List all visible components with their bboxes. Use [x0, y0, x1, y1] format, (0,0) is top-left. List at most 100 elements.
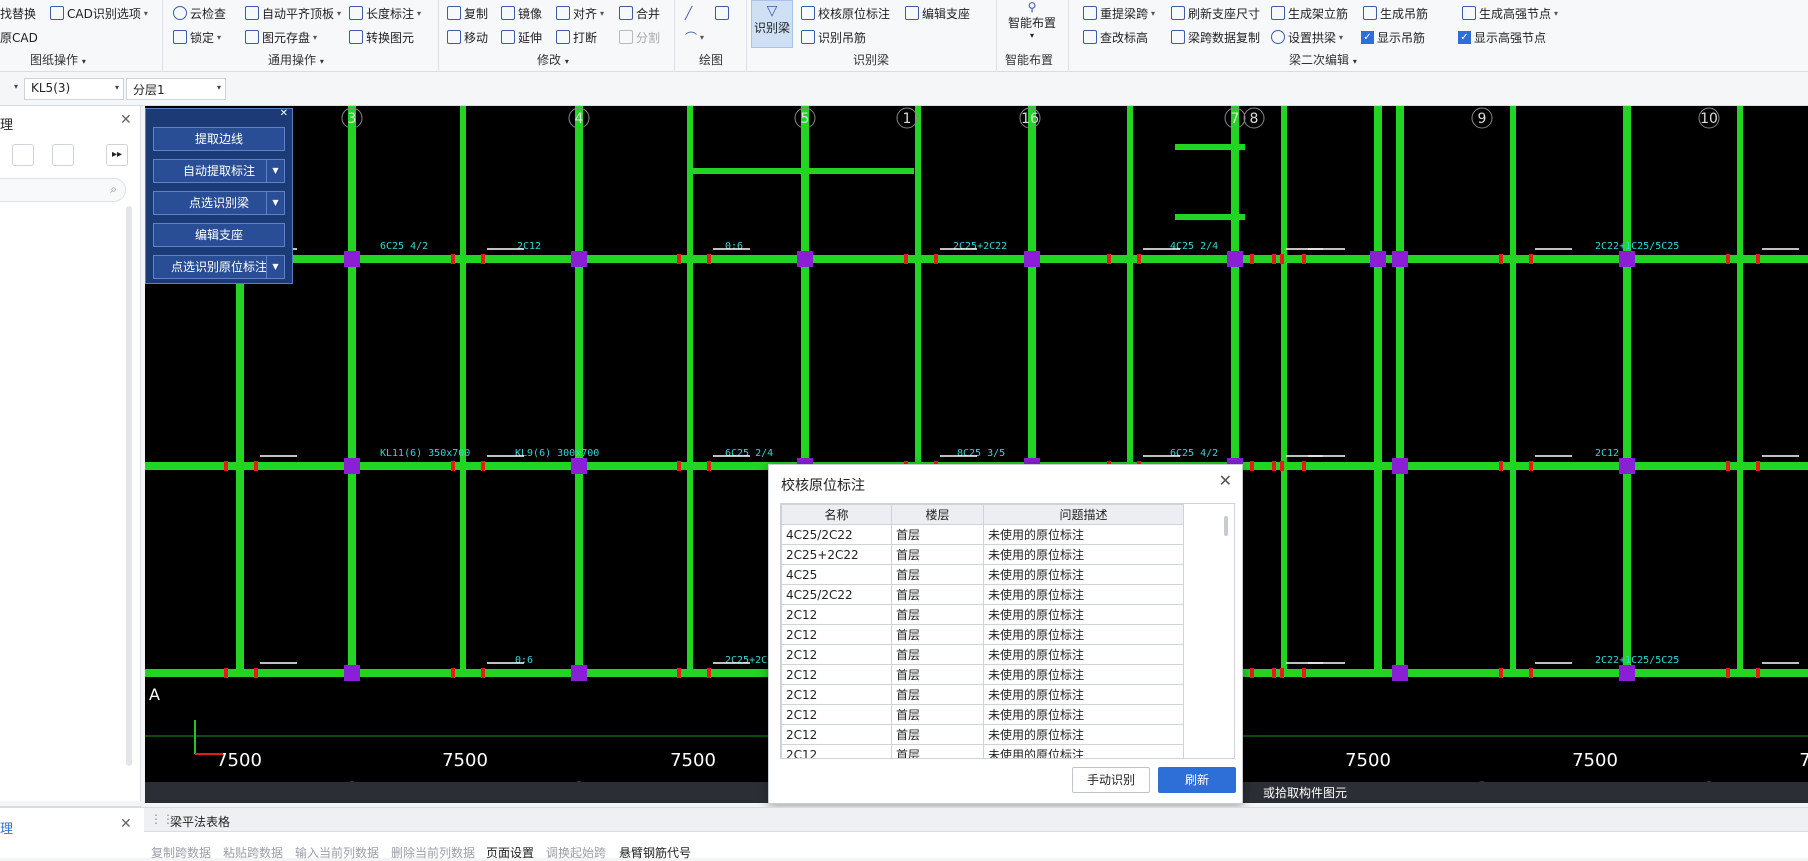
find-replace-button[interactable]: 找替换	[0, 4, 36, 22]
scrollbar[interactable]	[1224, 516, 1228, 536]
type-dropdown[interactable]: ▾	[0, 78, 22, 100]
table-row[interactable]: 2C12 首层 未使用的原位标注	[781, 704, 1184, 725]
column	[344, 251, 360, 267]
mirror-button[interactable]: 镜像	[501, 4, 542, 22]
layer-dropdown[interactable]: 分层1 ▾	[126, 78, 226, 100]
manual-identify-button[interactable]: 手动识别	[1072, 767, 1150, 793]
auto-extract-mark-button[interactable]: 自动提取标注 ▼	[153, 159, 285, 183]
table-row[interactable]: 4C25/2C22 首层 未使用的原位标注	[781, 524, 1184, 545]
support-mark	[1302, 461, 1306, 471]
source-cad-button[interactable]: 原CAD	[0, 28, 38, 46]
identify-hanger-button[interactable]: 识别吊筋	[801, 28, 866, 46]
table-row[interactable]: 2C12 首层 未使用的原位标注	[781, 744, 1184, 758]
check-original-mark-button[interactable]: 校核原位标注	[801, 4, 890, 22]
lock-button[interactable]: 锁定 ▾	[173, 28, 221, 46]
general-ops-group: 云检查 自动平齐顶板 ▾ 长度标注 ▾ 锁定 ▾ 图元存盘 ▾ 转换图元 通用操作 ▾	[163, 0, 439, 72]
copy-span-data[interactable]: 复制跨数据	[151, 844, 211, 861]
close-icon[interactable]: ✕	[120, 816, 132, 832]
cad-annotation: 0:6	[515, 655, 533, 666]
chevron-down-icon[interactable]: ▼	[266, 160, 284, 182]
point-identify-beam-button[interactable]: 点选识别梁 ▼	[153, 191, 285, 215]
table-row[interactable]: 2C12 首层 未使用的原位标注	[781, 624, 1184, 645]
chevron-down-icon[interactable]: ▼	[266, 256, 284, 278]
rect-draw-button[interactable]	[715, 4, 732, 22]
table-cell: 首层	[891, 664, 984, 685]
point-identify-mark-button[interactable]: 点选识别原位标注 ▼	[153, 255, 285, 279]
paste-span-data[interactable]: 粘贴跨数据	[223, 844, 283, 861]
break-button[interactable]: 打断	[556, 28, 597, 46]
column-header[interactable]: 问题描述	[983, 504, 1184, 525]
split-button[interactable]: 分割	[619, 28, 660, 46]
table-row[interactable]: 2C12 首层 未使用的原位标注	[781, 684, 1184, 705]
table-cell: 4C25	[781, 564, 892, 585]
check-icon	[801, 6, 815, 20]
show-hanger-checkbox[interactable]: ✓ 显示吊筋	[1361, 28, 1425, 46]
merge-button[interactable]: 合并	[619, 4, 660, 22]
chevron-down-icon[interactable]: ▼	[266, 192, 284, 214]
support-mark	[1756, 461, 1760, 471]
copy-icon	[447, 6, 461, 20]
auto-align-top-button[interactable]: 自动平齐顶板 ▾	[245, 4, 341, 22]
cad-options-button[interactable]: CAD识别选项 ▾	[50, 4, 148, 22]
table-cell: 未使用的原位标注	[983, 704, 1184, 725]
move-button[interactable]: 移动	[447, 28, 488, 46]
cloud-check-button[interactable]: 云检查	[173, 4, 226, 22]
gen-high-strength-node-button[interactable]: 生成高强节点 ▾	[1462, 4, 1558, 22]
copy-icon	[1171, 30, 1185, 44]
swap-start-span[interactable]: 调换起始跨	[546, 844, 606, 861]
table-row[interactable]: 2C12 首层 未使用的原位标注	[781, 664, 1184, 685]
table-row[interactable]: 2C12 首层 未使用的原位标注	[781, 644, 1184, 665]
copy-button[interactable]: 复制	[447, 4, 488, 22]
edit-support-button[interactable]: 编辑支座	[153, 223, 285, 247]
column-header[interactable]: 楼层	[891, 504, 984, 525]
span-data-copy-button[interactable]: 梁跨数据复制	[1171, 28, 1260, 46]
table-cell: 4C25/2C22	[781, 584, 892, 605]
column	[797, 251, 813, 267]
table-row[interactable]: 2C12 首层 未使用的原位标注	[781, 604, 1184, 625]
support-mark	[481, 668, 485, 678]
hanger-icon	[801, 30, 815, 44]
close-icon[interactable]: ✕	[120, 112, 132, 128]
set-arch-beam-button[interactable]: 设置拱梁 ▾	[1271, 28, 1343, 46]
refresh-support-size-button[interactable]: 刷新支座尺寸	[1171, 4, 1260, 22]
gen-hanger-button[interactable]: 生成吊筋	[1363, 4, 1428, 22]
tab-beam-table[interactable]: 梁平法表格	[170, 813, 230, 830]
page-setup[interactable]: 页面设置	[486, 844, 534, 861]
scrollbar[interactable]	[126, 206, 132, 766]
identify-beam-button[interactable]: ▽ 识别梁	[751, 0, 793, 48]
cantilever-code[interactable]: 悬臂钢筋代号	[619, 844, 691, 861]
close-icon[interactable]: ✕	[280, 108, 288, 119]
refresh-button[interactable]: 刷新	[1158, 767, 1236, 793]
table-icon[interactable]	[52, 144, 74, 166]
extend-button[interactable]: 延伸	[501, 28, 542, 46]
input-column-data[interactable]: 输入当前列数据	[295, 844, 379, 861]
align-button[interactable]: 对齐 ▾	[556, 4, 604, 22]
support-mark	[707, 254, 711, 264]
line-draw-button[interactable]: ╱	[685, 4, 692, 22]
element-dropdown[interactable]: KL5(3) ▾	[24, 78, 124, 100]
column-header[interactable]: 名称	[781, 504, 892, 525]
copy-icon[interactable]	[12, 144, 34, 166]
tab-bar: ⋮⋮ 梁平法表格	[144, 808, 1808, 832]
table-row[interactable]: 2C25+2C22 首层 未使用的原位标注	[781, 544, 1184, 565]
convert-element-button[interactable]: 转换图元	[349, 28, 414, 46]
close-icon[interactable]: ✕	[1219, 471, 1232, 490]
re-extract-span-button[interactable]: 重提梁跨 ▾	[1083, 4, 1155, 22]
table-row[interactable]: 2C12 首层 未使用的原位标注	[781, 724, 1184, 745]
arc-draw-button[interactable]: ⌒ ▾	[685, 28, 704, 46]
length-dim-button[interactable]: 长度标注 ▾	[349, 4, 421, 22]
edit-support-button[interactable]: 编辑支座	[905, 4, 970, 22]
table-row[interactable]: 4C25 首层 未使用的原位标注	[781, 564, 1184, 585]
search-input[interactable]: ⌕	[0, 178, 126, 202]
table-row[interactable]: 4C25/2C22 首层 未使用的原位标注	[781, 584, 1184, 605]
smart-layout-button[interactable]: ⚲ 智能布置 ▾	[999, 0, 1065, 40]
element-save-button[interactable]: 图元存盘 ▾	[245, 28, 317, 46]
view-elevation-button[interactable]: 查改标高	[1083, 28, 1148, 46]
drawing-ops-group: 找替换 CAD识别选项 ▾ 原CAD 图纸操作 ▾	[0, 0, 163, 72]
delete-column-data[interactable]: 删除当前列数据	[391, 844, 475, 861]
show-high-strength-node-checkbox[interactable]: ✓ 显示高强节点	[1458, 28, 1546, 46]
gen-stand-rebar-button[interactable]: 生成架立筋	[1271, 4, 1348, 22]
expand-icon[interactable]: ▸▸	[106, 144, 128, 166]
extract-edge-button[interactable]: 提取边线	[153, 127, 285, 151]
column	[1619, 458, 1635, 474]
